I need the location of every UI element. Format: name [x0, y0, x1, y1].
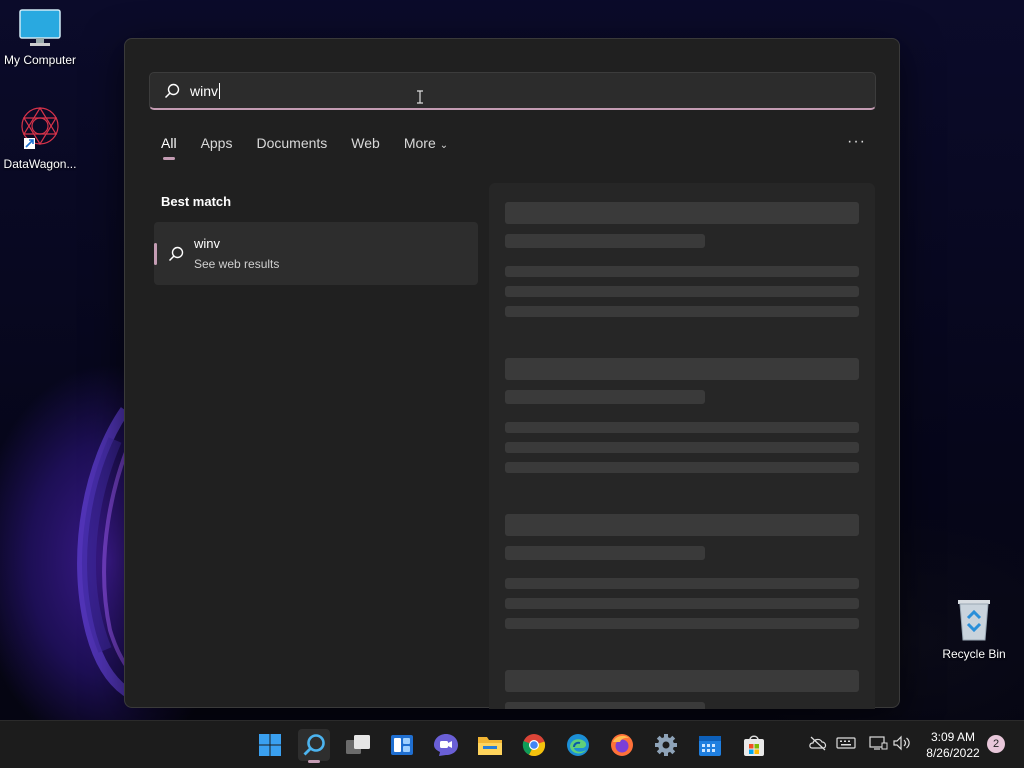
teams-chat-button[interactable] — [430, 729, 462, 761]
skeleton-line — [505, 306, 859, 317]
file-explorer-button[interactable] — [474, 729, 506, 761]
search-filter-tabs: All Apps Documents Web More ⌄ — [161, 135, 448, 160]
edge-icon — [567, 734, 589, 756]
start-icon — [259, 734, 281, 756]
skeleton-line — [505, 462, 859, 473]
skeleton-line — [505, 442, 859, 453]
clock-date: 8/26/2022 — [926, 746, 980, 760]
edge-button[interactable] — [562, 729, 594, 761]
taskbar: 3:09 AM 8/26/2022 — [0, 720, 1024, 768]
network-icon[interactable] — [868, 735, 888, 751]
store-icon — [744, 735, 764, 756]
start-button[interactable] — [254, 729, 286, 761]
search-icon — [168, 246, 184, 262]
onedrive-icon[interactable] — [808, 735, 828, 751]
task-view-button[interactable] — [342, 729, 374, 761]
tab-more[interactable]: More ⌄ — [404, 135, 448, 151]
store-button[interactable] — [738, 729, 770, 761]
taskbar-search-button[interactable] — [298, 729, 330, 763]
chevron-down-icon: ⌄ — [439, 140, 449, 151]
skeleton-line — [505, 618, 859, 629]
tab-web[interactable]: Web — [351, 135, 380, 151]
search-query-text: winv — [190, 82, 219, 99]
skeleton-line — [505, 422, 859, 433]
system-clock[interactable]: 3:09 AM 8/26/2022 — [918, 729, 988, 761]
tab-documents[interactable]: Documents — [256, 135, 327, 151]
best-match-result[interactable]: winv See web results — [154, 222, 478, 285]
teams-chat-icon — [434, 734, 458, 756]
skeleton-line — [505, 390, 705, 404]
desktop-icon-label: DataWagon... — [3, 157, 77, 171]
skeleton-line — [505, 514, 859, 536]
skeleton-line — [505, 598, 859, 609]
skeleton-line — [505, 670, 859, 692]
search-input[interactable]: winv — [149, 72, 876, 110]
best-match-heading: Best match — [161, 194, 232, 209]
tab-apps[interactable]: Apps — [201, 135, 233, 151]
skeleton-line — [505, 286, 859, 297]
desktop-icon-label: My Computer — [3, 53, 77, 67]
desktop-icon-my-computer[interactable]: My Computer — [0, 8, 80, 67]
firefox-button[interactable] — [606, 729, 638, 761]
search-icon — [303, 734, 325, 756]
desktop-icon-label: Recycle Bin — [942, 647, 1006, 661]
settings-icon — [655, 734, 677, 756]
calendar-icon — [699, 736, 721, 756]
task-view-icon — [346, 735, 370, 754]
firefox-icon — [611, 734, 633, 756]
selection-indicator — [154, 243, 157, 265]
text-caret — [219, 82, 221, 99]
widgets-icon — [391, 735, 413, 755]
notification-badge[interactable]: 2 — [987, 735, 1005, 753]
keyboard-icon[interactable] — [836, 735, 856, 751]
chrome-icon — [522, 734, 546, 757]
preview-pane-loading — [489, 183, 875, 709]
file-explorer-icon — [478, 737, 502, 755]
settings-button[interactable] — [650, 729, 682, 761]
result-subtitle: See web results — [194, 257, 280, 271]
skeleton-line — [505, 358, 859, 380]
chrome-button[interactable] — [518, 729, 550, 761]
recycle-bin-icon — [958, 600, 990, 641]
widgets-button[interactable] — [386, 729, 418, 761]
more-options-button[interactable]: ··· — [847, 133, 866, 151]
tab-all[interactable]: All — [161, 135, 177, 160]
search-icon — [164, 83, 180, 98]
monitor-icon — [19, 9, 61, 46]
text-cursor-icon — [417, 90, 423, 104]
result-title: winv — [194, 236, 221, 251]
search-panel: winv All Apps Documents Web More ⌄ ··· Be… — [124, 38, 900, 709]
clock-time: 3:09 AM — [930, 730, 976, 744]
desktop-icon-datawagon[interactable]: DataWagon... — [0, 104, 80, 171]
tab-more-label: More — [403, 135, 436, 151]
datawagon-logo-icon — [21, 106, 59, 149]
skeleton-line — [505, 202, 859, 224]
desktop-icon-recycle-bin[interactable]: Recycle Bin — [934, 596, 1014, 661]
skeleton-line — [505, 234, 705, 248]
skeleton-line — [505, 702, 705, 709]
volume-icon[interactable] — [892, 735, 912, 751]
skeleton-line — [505, 546, 705, 560]
skeleton-line — [505, 578, 859, 589]
calendar-button[interactable] — [694, 729, 726, 761]
skeleton-line — [505, 266, 859, 277]
